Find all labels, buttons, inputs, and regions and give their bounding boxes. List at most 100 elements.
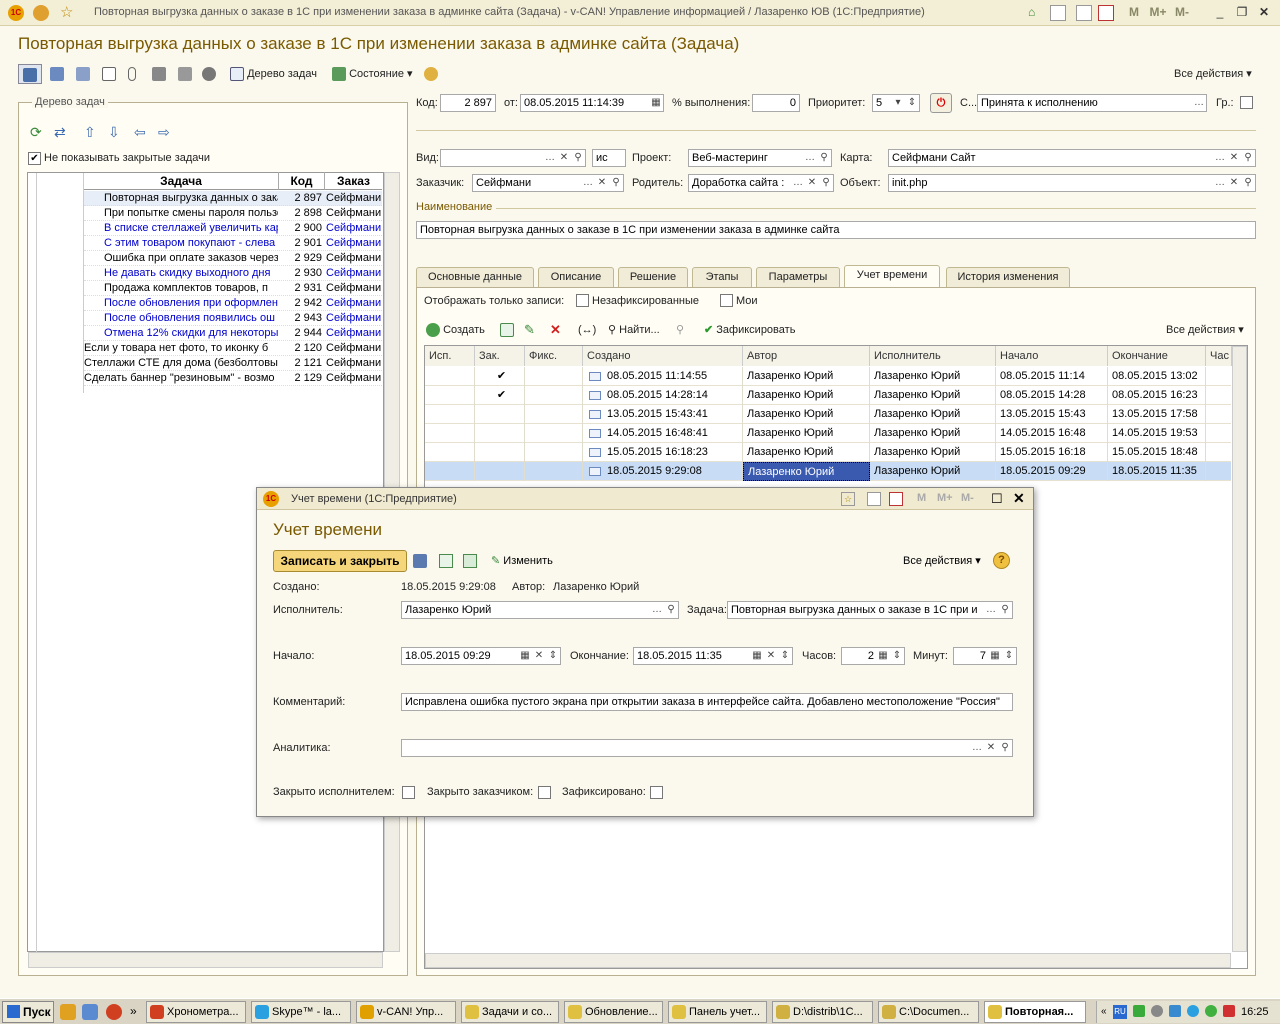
tree-row[interactable]: После обновления при оформлении 2 942 Сейф… xyxy=(84,296,382,311)
name-field[interactable]: Повторная выгрузка данных о заказе в 1С … xyxy=(416,221,1256,239)
grid-vertical-scrollbar[interactable] xyxy=(1232,346,1247,952)
delete-icon[interactable]: ✕ xyxy=(550,320,561,340)
m-minus-button[interactable]: M- xyxy=(961,492,974,504)
project-field[interactable]: Веб-мастеринг … ⚲ xyxy=(688,149,832,167)
tab-parameters[interactable]: Параметры xyxy=(756,267,840,287)
post-button[interactable] xyxy=(50,64,64,84)
tree-row[interactable]: После обновления появились ош 2 943 Сейфма… xyxy=(84,311,382,326)
language-indicator[interactable]: RU xyxy=(1113,1005,1127,1019)
attach-button[interactable] xyxy=(128,64,136,84)
grid-row[interactable]: ✔ 08.05.2015 11:14:55 Лазаренко Юрий Лазаре… xyxy=(425,367,1231,386)
favorite-star-icon[interactable]: ☆ xyxy=(841,492,855,506)
spinner-icon[interactable]: ⇕ xyxy=(778,648,792,664)
state-dropdown[interactable]: Состояние ▾ xyxy=(332,64,413,84)
time-all-actions-dropdown[interactable]: Все действия ▾ xyxy=(1166,320,1244,340)
comment-field[interactable]: Исправлена ошибка пустого экрана при отк… xyxy=(401,693,1013,711)
taskbar-item[interactable]: Skype™ - la... xyxy=(251,1001,351,1023)
m-plus-button[interactable]: M+ xyxy=(937,492,953,504)
spinner-icon[interactable]: ⇕ xyxy=(890,648,904,664)
cancel-search-icon[interactable]: ⚲ xyxy=(676,320,684,340)
closed-cust-checkbox[interactable] xyxy=(538,786,551,799)
fix-button[interactable]: ✔ Зафиксировать xyxy=(704,320,795,340)
customer-field[interactable]: Сейфмани … ✕ ⚲ xyxy=(472,174,624,192)
end-field[interactable]: 18.05.2015 11:35 ▦ ✕ ⇕ xyxy=(633,647,793,665)
calculator-icon[interactable]: ▦ xyxy=(876,648,890,664)
save-and-close-button[interactable]: Записать и закрыть xyxy=(273,550,407,572)
tree-row[interactable]: Сделать баннер "резиновым" - возмо 2 129 С… xyxy=(84,371,382,386)
refresh-icon[interactable] xyxy=(463,554,477,568)
tree-row[interactable]: В списке стеллажей увеличить картинки 2 9… xyxy=(84,221,382,236)
m-button[interactable]: M xyxy=(1124,3,1144,21)
chevron-down-icon[interactable]: ▾ xyxy=(891,95,905,111)
task-tree-button[interactable]: Дерево задач xyxy=(230,64,317,84)
task-field[interactable]: Повторная выгрузка данных о заказе в 1С … xyxy=(727,601,1013,619)
expand-icon[interactable]: » xyxy=(130,1004,140,1020)
percent-field[interactable]: 0 xyxy=(752,94,800,112)
copy-button[interactable] xyxy=(500,320,514,340)
maximize-button[interactable]: ☐ xyxy=(991,491,1003,507)
minimize-button[interactable]: _ xyxy=(1210,3,1230,21)
search-icon[interactable]: ⚲ xyxy=(998,602,1012,618)
dialog-close-button[interactable]: ✕ xyxy=(1013,490,1025,507)
help-icon[interactable]: ? xyxy=(993,552,1010,569)
tree-row[interactable]: Не давать скидку выходного дня 2 930 Сейфм… xyxy=(84,266,382,281)
tree-col-customer[interactable]: Заказ xyxy=(324,172,382,190)
tree-row[interactable]: При попытке смены пароля пользователь 2 8… xyxy=(84,206,382,221)
taskbar-item[interactable]: Панель учет... xyxy=(668,1001,767,1023)
arrow-right-icon[interactable]: ⇨ xyxy=(158,124,170,141)
edit-pencil-icon[interactable]: ✎ xyxy=(524,320,535,340)
taskbar-item[interactable]: Обновление... xyxy=(564,1001,663,1023)
tray-icon[interactable] xyxy=(1205,1005,1217,1017)
dialog-all-actions-dropdown[interactable]: Все действия ▾ xyxy=(903,554,981,567)
search-icon[interactable]: ⚲ xyxy=(998,740,1012,756)
tree-row[interactable]: Стеллажи СТЕ для дома (безболтовы 2 121 Се… xyxy=(84,356,382,371)
transfer-button[interactable]: (↔) xyxy=(578,320,596,340)
search-icon[interactable]: ⚲ xyxy=(609,175,623,191)
tray-icon[interactable] xyxy=(1187,1005,1199,1017)
spinner-icon[interactable]: ⇕ xyxy=(546,648,560,664)
tab-history[interactable]: История изменения xyxy=(946,267,1070,287)
kind-field[interactable]: … ✕ ⚲ xyxy=(440,149,586,167)
search-icon[interactable]: ⚲ xyxy=(817,150,831,166)
clear-icon[interactable]: ✕ xyxy=(805,175,819,191)
clock[interactable]: 16:25 xyxy=(1241,1006,1269,1018)
find-button[interactable]: ⚲ Найти... xyxy=(608,320,660,340)
calendar-icon[interactable]: ▦ xyxy=(649,95,663,111)
unpost-button[interactable] xyxy=(76,64,90,84)
m-plus-button[interactable]: M+ xyxy=(1146,3,1170,21)
arrow-up-icon[interactable]: ⇧ xyxy=(84,124,96,141)
app-logo-icon[interactable]: 1С xyxy=(8,5,24,21)
tree-col-code[interactable]: Код xyxy=(278,172,324,190)
tab-main-data[interactable]: Основные данные xyxy=(416,267,534,287)
search-icon[interactable]: ⚲ xyxy=(571,150,585,166)
quicklaunch-icon[interactable] xyxy=(60,1004,76,1020)
ellipsis-icon[interactable]: … xyxy=(791,175,805,191)
tree-horizontal-scrollbar[interactable] xyxy=(28,952,383,968)
grid-col-hours[interactable]: Час xyxy=(1206,346,1232,366)
expand-tray-icon[interactable]: « xyxy=(1101,1006,1107,1017)
close-button[interactable]: ✕ xyxy=(1254,3,1274,21)
taskbar-item[interactable]: v-CAN! Упр... xyxy=(356,1001,456,1023)
grid-col-isp[interactable]: Исп. xyxy=(425,346,475,366)
priority-field[interactable]: 5 ▾ ⇕ xyxy=(872,94,920,112)
ellipsis-icon[interactable]: … xyxy=(650,602,664,618)
clear-icon[interactable]: ✕ xyxy=(557,150,571,166)
calendar-icon[interactable]: ▦ xyxy=(518,648,532,664)
mine-checkbox[interactable] xyxy=(720,294,733,307)
tray-icon[interactable] xyxy=(1133,1005,1145,1017)
structure-button[interactable] xyxy=(152,64,166,84)
stop-icon[interactable]: ⏻ xyxy=(930,93,952,113)
tree-row[interactable]: Ошибка при оплате заказов через 2 929 Сейф… xyxy=(84,251,382,266)
calculator-icon[interactable] xyxy=(867,492,881,506)
grid-col-created[interactable]: Создано xyxy=(583,346,743,366)
code-field[interactable]: 2 897 xyxy=(440,94,496,112)
tree-row[interactable]: Отмена 12% скидки для некоторых 2 944 Сейф… xyxy=(84,326,382,341)
tree-row[interactable]: Если у товара нет фото, то иконку б 2 120… xyxy=(84,341,382,356)
taskbar-item[interactable]: Повторная... xyxy=(984,1001,1086,1023)
grid-col-executor[interactable]: Исполнитель xyxy=(870,346,996,366)
executor-field[interactable]: Лазаренко Юрий … ⚲ xyxy=(401,601,679,619)
is-field[interactable]: ис xyxy=(592,149,626,167)
chrome-icon[interactable] xyxy=(106,1004,122,1020)
taskbar-item[interactable]: Задачи и со... xyxy=(461,1001,559,1023)
all-actions-dropdown[interactable]: Все действия ▾ xyxy=(1174,64,1252,84)
